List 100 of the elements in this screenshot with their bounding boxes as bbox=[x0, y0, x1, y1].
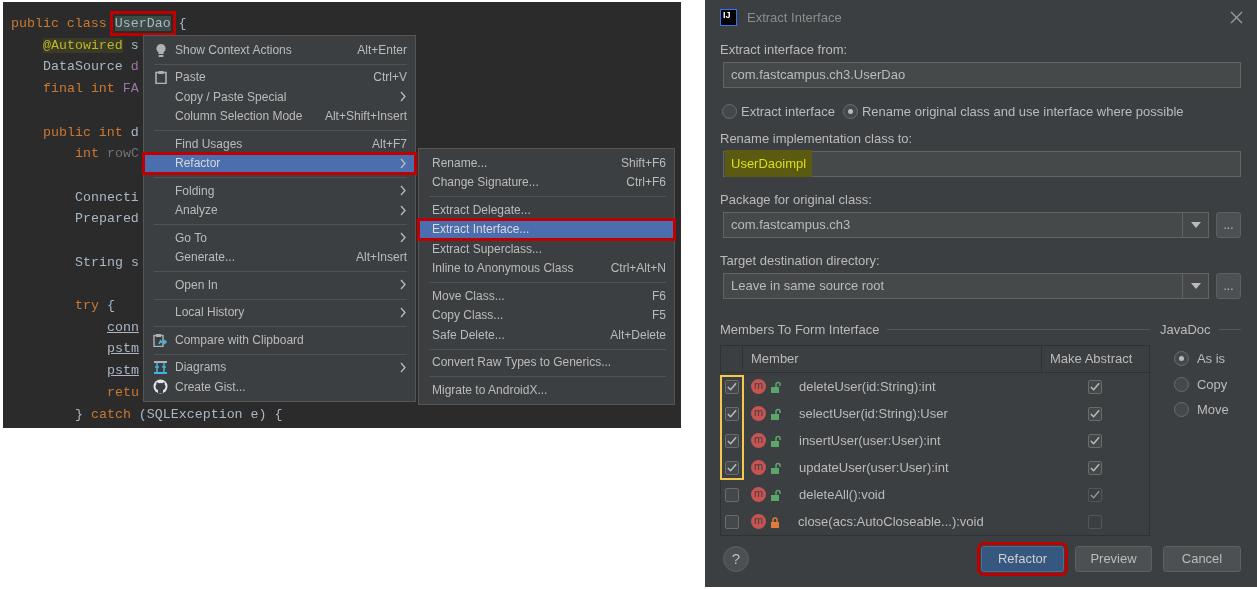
checkbox[interactable] bbox=[1087, 406, 1102, 421]
group-title: JavaDoc bbox=[1159, 320, 1211, 339]
dialog-button[interactable]: Cancel bbox=[1163, 546, 1241, 572]
radio-button[interactable] bbox=[722, 104, 737, 120]
dialog-button[interactable]: Preview bbox=[1075, 546, 1152, 572]
menu-item[interactable]: Safe Delete... Alt+Delete bbox=[419, 325, 674, 345]
open-lock-icon bbox=[770, 488, 781, 501]
radio-label: Copy bbox=[1196, 375, 1228, 394]
method-icon: m bbox=[751, 433, 766, 448]
app-logo-icon: IJ bbox=[720, 9, 737, 26]
checkbox[interactable] bbox=[725, 433, 739, 448]
code-text: Prepared bbox=[75, 211, 139, 227]
code-text: { bbox=[106, 298, 115, 314]
checkbox[interactable] bbox=[1087, 460, 1102, 475]
menu-item[interactable]: Create Gist... bbox=[144, 377, 415, 397]
radio-button[interactable] bbox=[1173, 351, 1189, 367]
radio-button[interactable] bbox=[842, 104, 858, 120]
help-button[interactable]: ? bbox=[723, 546, 749, 572]
chevron-icon bbox=[399, 232, 407, 244]
check-icon bbox=[1088, 462, 1101, 473]
open-lock-icon bbox=[770, 380, 781, 393]
chevron-icon bbox=[399, 361, 407, 373]
member-name: selectUser(id:String):User bbox=[799, 404, 949, 423]
caret-icon bbox=[1190, 282, 1201, 289]
checkbox[interactable] bbox=[725, 460, 739, 475]
menu-item[interactable]: Generate... Alt+Insert bbox=[144, 247, 415, 267]
radio-label: As is bbox=[1196, 350, 1226, 368]
lock-icon bbox=[770, 515, 780, 528]
caret-icon bbox=[1190, 221, 1201, 228]
chevron-icon bbox=[399, 185, 407, 197]
menu-item[interactable]: Convert Raw Types to Generics... bbox=[419, 352, 674, 372]
browse-button[interactable]: ... bbox=[1216, 272, 1241, 299]
member-name: deleteAll():void bbox=[799, 485, 886, 504]
code-text: int bbox=[75, 146, 99, 162]
code-text: s bbox=[130, 254, 139, 270]
menu-item[interactable]: Find Usages Alt+F7 bbox=[144, 134, 415, 154]
menu-item[interactable]: Go To bbox=[144, 228, 415, 248]
checkbox[interactable] bbox=[1087, 433, 1102, 448]
group-title: Members To Form Interface bbox=[720, 320, 880, 339]
code-text: try bbox=[75, 298, 99, 314]
radio-button[interactable] bbox=[1173, 376, 1189, 392]
method-icon: m bbox=[751, 379, 766, 394]
menu-item[interactable]: Migrate to AndroidX... bbox=[419, 380, 674, 400]
menu-item[interactable]: Rename... Shift+F6 bbox=[419, 153, 674, 173]
chevron-icon bbox=[399, 91, 407, 103]
menu-item[interactable]: Change Signature... Ctrl+F6 bbox=[419, 172, 674, 192]
menu-item[interactable]: Column Selection Mode Alt+Shift+Insert bbox=[144, 106, 415, 126]
menu-item[interactable]: Show Context Actions Alt+Enter bbox=[144, 40, 415, 60]
code-text: d bbox=[130, 59, 139, 75]
browse-button[interactable]: ... bbox=[1216, 211, 1241, 238]
field-label: Package for original class: bbox=[720, 190, 873, 208]
clipboard-icon bbox=[153, 70, 168, 85]
member-name: updateUser(user:User):int bbox=[799, 458, 950, 477]
menu-item[interactable]: Copy / Paste Special bbox=[144, 87, 415, 107]
checkbox[interactable] bbox=[725, 487, 739, 502]
menu-item[interactable]: Analyze bbox=[144, 200, 415, 220]
menu-item[interactable]: Open In bbox=[144, 275, 415, 295]
close-icon[interactable] bbox=[1230, 11, 1243, 24]
column-header: Make Abstract bbox=[1040, 346, 1149, 372]
menu-item[interactable]: Copy Class... F5 bbox=[419, 305, 674, 325]
menu-item[interactable]: Extract Delegate... bbox=[419, 200, 674, 220]
open-lock-icon bbox=[770, 407, 781, 420]
code-text: (SQLException e) { bbox=[138, 406, 283, 422]
member-name: close(acs:AutoCloseable...):void bbox=[798, 512, 985, 531]
combo-box[interactable]: com.fastcampus.ch3 bbox=[723, 211, 1209, 238]
menu-item[interactable]: Paste Ctrl+V bbox=[144, 67, 415, 87]
menu-item[interactable]: Compare with Clipboard bbox=[144, 330, 415, 350]
menu-item[interactable]: Refactor bbox=[144, 153, 415, 173]
menu-item[interactable]: Folding bbox=[144, 181, 415, 201]
field-label: Extract interface from: bbox=[720, 41, 849, 58]
text-field[interactable]: UserDaoimpl bbox=[723, 150, 1241, 177]
member-name: deleteUser(id:String):int bbox=[799, 377, 937, 396]
checkbox[interactable] bbox=[725, 406, 739, 421]
code-text: public class bbox=[11, 16, 107, 31]
menu-item[interactable]: Extract Interface... bbox=[419, 219, 674, 239]
check-icon bbox=[1088, 435, 1101, 446]
check-icon bbox=[726, 435, 738, 446]
method-icon: m bbox=[751, 406, 766, 421]
code-text: s bbox=[130, 37, 139, 53]
menu-item[interactable]: Local History bbox=[144, 302, 415, 322]
radio-button[interactable] bbox=[1173, 402, 1189, 418]
code-text: final int bbox=[43, 81, 115, 97]
round-logo-icon bbox=[153, 379, 168, 395]
text-field[interactable]: com.fastcampus.ch3.UserDao bbox=[723, 62, 1241, 88]
menu-item[interactable]: Move Class... F6 bbox=[419, 286, 674, 306]
menu-item[interactable]: Diagrams bbox=[144, 357, 415, 377]
column-header: Member bbox=[750, 350, 800, 369]
checkbox[interactable] bbox=[725, 514, 739, 529]
compare-icon bbox=[153, 332, 168, 347]
menu-item[interactable]: Inline to Anonymous Class Ctrl+Alt+N bbox=[419, 258, 674, 278]
method-icon: m bbox=[751, 487, 766, 502]
open-lock-icon bbox=[770, 434, 781, 447]
check-icon bbox=[1088, 408, 1101, 419]
checkbox[interactable] bbox=[725, 379, 739, 394]
menu-item[interactable]: Extract Superclass... bbox=[419, 239, 674, 259]
checkbox[interactable] bbox=[1087, 379, 1102, 394]
code-text: Connecti bbox=[75, 189, 139, 205]
combo-box[interactable]: Leave in same source root bbox=[723, 272, 1209, 299]
window-title: Extract Interface bbox=[747, 8, 843, 27]
bulb-icon bbox=[153, 42, 168, 57]
